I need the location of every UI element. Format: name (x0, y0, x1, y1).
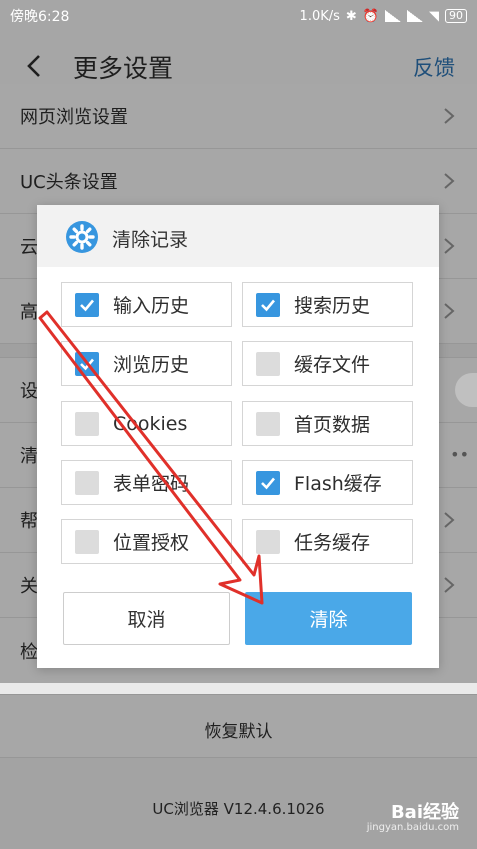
row-label: UC头条设置 (20, 172, 118, 193)
signal-icon (385, 10, 401, 22)
status-time: 傍晚6:28 (10, 9, 70, 25)
battery-icon: 90 (445, 9, 467, 23)
checkbox-checked-icon[interactable] (256, 292, 280, 317)
option-label: Flash缓存 (294, 473, 382, 495)
option-6[interactable]: 表单密码 (61, 460, 232, 505)
option-label: 表单密码 (113, 473, 190, 495)
checkbox-unchecked-icon[interactable] (256, 351, 280, 376)
watermark-url: jingyan.baidu.com (366, 822, 459, 833)
option-label: 浏览历史 (113, 354, 190, 376)
bluetooth-icon: ✱ (345, 8, 357, 24)
checkbox-unchecked-icon[interactable] (256, 411, 280, 436)
option-label: 首页数据 (294, 414, 371, 436)
row-label: 检 (20, 641, 38, 663)
option-5[interactable]: 首页数据 (242, 401, 413, 446)
option-1[interactable]: 搜索历史 (242, 282, 413, 327)
option-label: 输入历史 (113, 295, 190, 317)
signal-icon-2 (407, 10, 423, 22)
row-label: 高 (20, 302, 38, 323)
row-label: 设 (20, 381, 38, 402)
settings-row-web[interactable]: 网页浏览设置 (0, 84, 477, 149)
baidu-watermark: Bai经验 jingyan.baidu.com (367, 798, 459, 833)
checkbox-unchecked-icon[interactable] (256, 529, 280, 554)
option-9[interactable]: 任务缓存 (242, 519, 413, 564)
alarm-icon: ⏰ (362, 8, 379, 24)
option-2[interactable]: 浏览历史 (61, 341, 232, 386)
gear-icon (66, 221, 98, 253)
restore-defaults-button[interactable]: 恢复默认 (0, 694, 477, 758)
network-speed: 1.0K/s (299, 8, 340, 24)
option-7[interactable]: Flash缓存 (242, 460, 413, 505)
chevron-right-icon (444, 512, 455, 528)
option-8[interactable]: 位置授权 (61, 519, 232, 564)
checkbox-unchecked-icon[interactable] (75, 470, 99, 495)
clear-button[interactable]: 清除 (245, 592, 412, 645)
chevron-right-icon (444, 303, 455, 319)
wifi-icon: ◥ (429, 8, 439, 24)
option-label: Cookies (113, 412, 188, 435)
page-title: 更多设置 (73, 54, 174, 83)
dialog-title: 清除记录 (112, 229, 189, 251)
option-3[interactable]: 缓存文件 (242, 341, 413, 386)
chevron-right-icon (444, 108, 455, 124)
checkbox-unchecked-icon[interactable] (75, 529, 99, 554)
checkbox-checked-icon[interactable] (75, 292, 99, 317)
option-label: 搜索历史 (294, 295, 371, 317)
chevron-right-icon (444, 173, 455, 189)
watermark-brand: Bai经验 (390, 802, 459, 823)
option-0[interactable]: 输入历史 (61, 282, 232, 327)
status-bar: 傍晚6:28 1.0K/s ✱ ⏰ ◥ 90 (0, 0, 477, 32)
back-arrow-icon[interactable] (22, 52, 48, 80)
more-dots-icon: •• (450, 445, 469, 464)
chevron-right-icon (444, 577, 455, 593)
option-label: 位置授权 (113, 532, 190, 554)
option-4[interactable]: Cookies (61, 401, 232, 446)
checkbox-checked-icon[interactable] (256, 470, 280, 495)
row-label: 网页浏览设置 (20, 107, 128, 128)
option-label: 任务缓存 (294, 532, 371, 554)
row-label: 云 (20, 237, 38, 258)
row-label: 帮 (20, 511, 38, 532)
row-label: 关 (20, 576, 38, 597)
cancel-button[interactable]: 取消 (63, 592, 230, 645)
chevron-right-icon (444, 238, 455, 254)
clear-records-dialog: 清除记录 输入历史 搜索历史浏览历史 缓存文件 Cookies 首页数据表单密码 Flas… (37, 205, 439, 668)
checkbox-unchecked-icon[interactable] (75, 411, 99, 436)
checkbox-checked-icon[interactable] (75, 351, 99, 376)
option-label: 缓存文件 (294, 354, 371, 376)
restore-label: 恢复默认 (204, 722, 273, 742)
feedback-link[interactable]: 反馈 (413, 52, 455, 82)
row-label: 清 (20, 446, 38, 467)
dialog-header: 清除记录 (37, 205, 439, 267)
toggle-switch[interactable] (455, 373, 477, 407)
